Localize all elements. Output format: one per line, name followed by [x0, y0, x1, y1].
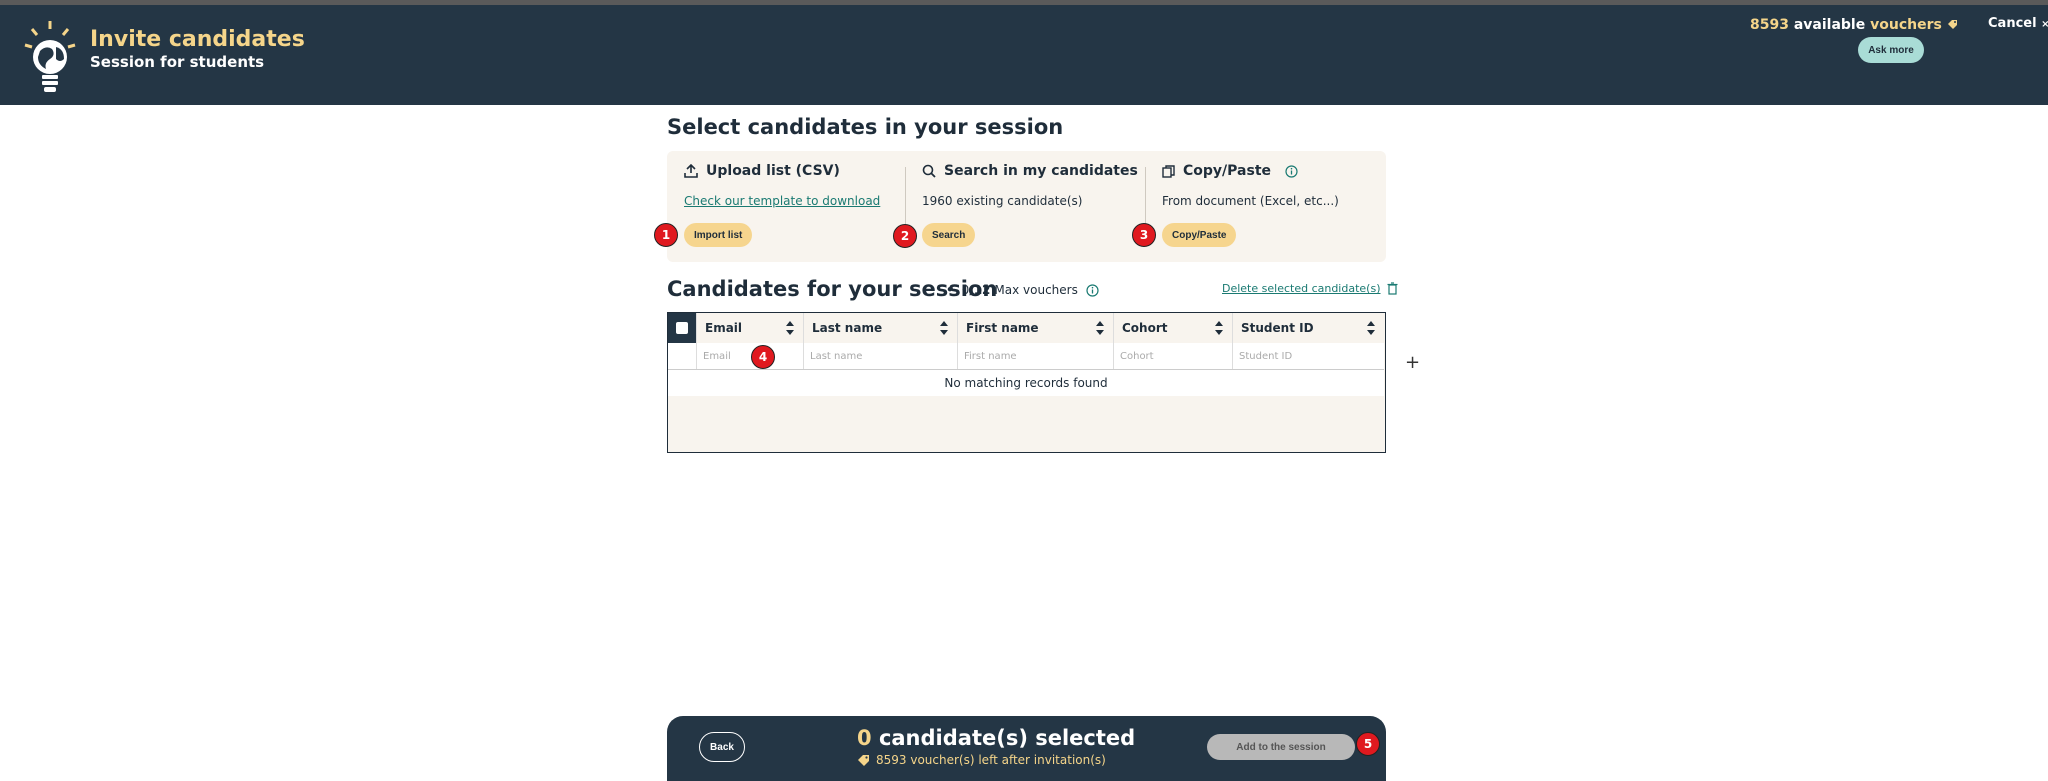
step-badge-3: 3 [1132, 223, 1156, 247]
column-header-cohort[interactable]: Cohort [1113, 313, 1232, 343]
voucher-tag-icon [1947, 20, 1957, 29]
import-list-button[interactable]: Import list [684, 223, 753, 247]
upload-title-text: Upload list (CSV) [706, 163, 840, 179]
selected-label: candidate(s) selected [878, 726, 1136, 750]
search-column: Search in my candidates 1960 existing ca… [922, 151, 1142, 262]
upload-column: Upload list (CSV) Check our template to … [684, 151, 894, 262]
voucher-tag-icon [858, 755, 869, 766]
sort-icon[interactable] [1366, 320, 1376, 336]
search-title-text: Search in my candidates [944, 163, 1138, 179]
step-badge-1: 1 [654, 223, 678, 247]
column-header-first-name[interactable]: First name [957, 313, 1113, 343]
upload-title: Upload list (CSV) [684, 163, 840, 179]
vouchers-left: 8593 voucher(s) left after invitation(s) [857, 753, 1106, 767]
delete-selected-label: Delete selected candidate(s) [1222, 282, 1381, 295]
empty-table-message: No matching records found [668, 370, 1384, 396]
existing-candidates-count: 1960 existing candidate(s) [922, 194, 1083, 208]
session-name: Session for students [90, 53, 265, 71]
checkbox-box [676, 322, 688, 334]
page-title: Invite candidates [90, 27, 305, 52]
template-download-link[interactable]: Check our template to download [684, 194, 880, 208]
sort-icon[interactable] [1214, 320, 1224, 336]
voucher-available-label: available [1793, 17, 1866, 33]
select-all-checkbox[interactable] [668, 313, 696, 343]
last-name-filter-input[interactable] [803, 343, 957, 369]
filter-row: 4 [668, 343, 1384, 370]
max-vouchers: • 0/12 Max vouchers [946, 283, 1099, 297]
sort-icon[interactable] [939, 320, 949, 336]
search-icon [922, 164, 936, 178]
column-header-email[interactable]: Email [696, 313, 803, 343]
back-button[interactable]: Back [699, 732, 745, 762]
candidates-table: Email Last name First name Cohort Studen… [667, 312, 1386, 453]
column-label: First name [966, 321, 1039, 335]
copy-paste-column: Copy/Paste From document (Excel, etc...)… [1162, 151, 1372, 262]
cancel-button[interactable]: Cancel × [1988, 16, 2048, 31]
max-vouchers-label: Max vouchers [994, 283, 1078, 297]
selection-footer: Back 0 candidate(s) selected 8593 vouche… [667, 716, 1386, 781]
column-label: Email [705, 321, 743, 335]
column-header-last-name[interactable]: Last name [803, 313, 957, 343]
delete-selected-link[interactable]: Delete selected candidate(s) [1222, 282, 1398, 295]
cancel-label: Cancel [1988, 16, 2037, 31]
trash-icon [1387, 282, 1397, 295]
search-title: Search in my candidates [922, 163, 1138, 179]
voucher-word: vouchers [1870, 17, 1942, 33]
copy-icon [1162, 164, 1175, 178]
column-label: Last name [812, 321, 883, 335]
ask-more-button[interactable]: Ask more [1858, 37, 1924, 63]
sort-icon[interactable] [785, 320, 795, 336]
header: Invite candidates Session for students 8… [0, 5, 2048, 105]
copy-paste-title-text: Copy/Paste [1183, 163, 1272, 179]
select-candidates-panel: Upload list (CSV) Check our template to … [654, 151, 1386, 262]
select-section-title: Select candidates in your session [667, 115, 1064, 139]
step-badge-2: 2 [893, 224, 917, 248]
add-to-session-button[interactable]: Add to the session [1207, 734, 1355, 760]
candidate-count: 0 [961, 283, 970, 297]
student-id-filter-input[interactable] [1232, 343, 1384, 369]
cohort-filter-input[interactable] [1113, 343, 1232, 369]
column-label: Student ID [1241, 321, 1314, 335]
upload-icon [684, 164, 698, 178]
lightbulb-globe-logo-icon [24, 21, 76, 92]
column-label: Cohort [1122, 321, 1168, 335]
vouchers-left-text: 8593 voucher(s) left after invitation(s) [876, 753, 1106, 767]
copy-paste-button[interactable]: Copy/Paste [1162, 223, 1237, 247]
search-button[interactable]: Search [922, 223, 976, 247]
info-icon[interactable] [1086, 283, 1099, 297]
max-count: /12 [969, 283, 991, 297]
copy-paste-description: From document (Excel, etc...) [1162, 194, 1339, 208]
bullet-separator: • [946, 283, 954, 297]
step-badge-5: 5 [1356, 732, 1380, 756]
add-row-plus-icon[interactable]: + [1405, 352, 1420, 373]
copy-paste-title: Copy/Paste [1162, 163, 1298, 179]
step-badge-4: 4 [751, 345, 775, 369]
table-header: Email Last name First name Cohort Studen… [668, 313, 1384, 343]
sort-icon[interactable] [1095, 320, 1105, 336]
selected-count: 0 candidate(s) selected [857, 726, 1135, 750]
email-filter-input[interactable] [696, 343, 803, 369]
column-header-student-id[interactable]: Student ID [1232, 313, 1384, 343]
voucher-count: 8593 [1750, 17, 1789, 33]
info-icon[interactable] [1285, 164, 1298, 178]
first-name-filter-input[interactable] [957, 343, 1113, 369]
selected-number: 0 [857, 726, 872, 750]
close-icon: × [2041, 19, 2048, 30]
available-vouchers: 8593 available vouchers [1750, 17, 1958, 33]
